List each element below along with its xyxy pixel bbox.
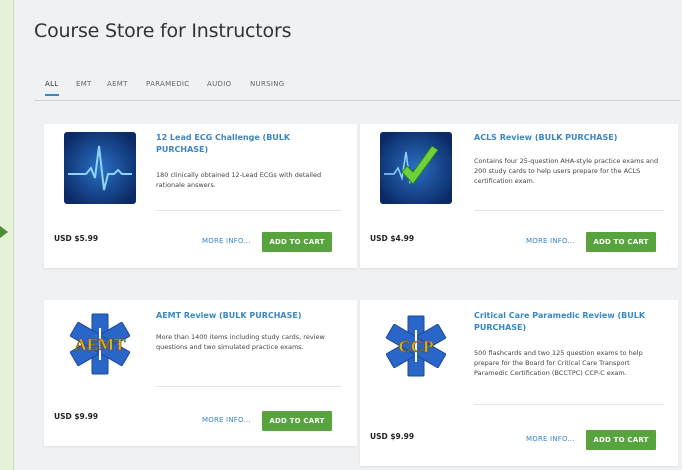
course-store-panel: Course Store for Instructors ALL EMT AEM… xyxy=(13,0,682,470)
product-description: Contains four 25-question AHA-style prac… xyxy=(474,157,659,185)
side-pointer-arrow xyxy=(0,226,8,238)
product-description: 180 clinically obtained 12-Lead ECGs wit… xyxy=(156,171,322,189)
more-info-link[interactable]: MORE INFO... xyxy=(202,237,251,245)
product-price: USD $9.99 xyxy=(54,412,99,421)
product-card-acls: ACLS Review (BULK PURCHASE) Contains fou… xyxy=(360,124,678,268)
product-card-ecg: 12 Lead ECG Challenge (BULK PURCHASE) 18… xyxy=(44,124,357,268)
product-price: USD $4.99 xyxy=(370,234,415,243)
product-title[interactable]: AEMT Review (BULK PURCHASE) xyxy=(156,310,336,322)
product-card-ccp: CCP Critical Care Paramedic Review (BULK… xyxy=(360,300,678,466)
category-tabs: ALL EMT AEMT PARAMEDIC AUDIO NURSING xyxy=(34,80,680,101)
product-title[interactable]: Critical Care Paramedic Review (BULK PUR… xyxy=(474,310,654,334)
product-title[interactable]: 12 Lead ECG Challenge (BULK PURCHASE) xyxy=(156,132,316,156)
product-description: More than 1400 items including study car… xyxy=(156,333,325,351)
tab-aemt[interactable]: AEMT xyxy=(107,80,128,94)
card-divider xyxy=(156,386,341,387)
more-info-link[interactable]: MORE INFO... xyxy=(526,435,575,443)
ccp-star-of-life-icon[interactable]: CCP xyxy=(380,310,452,382)
card-divider xyxy=(474,210,664,211)
card-divider xyxy=(474,404,664,405)
product-description: 500 flashcards and two 125 question exam… xyxy=(474,349,643,377)
more-info-link[interactable]: MORE INFO... xyxy=(526,237,575,245)
ecg-heartbeat-icon[interactable] xyxy=(64,132,136,204)
tab-nursing[interactable]: NURSING xyxy=(250,80,285,94)
product-title[interactable]: ACLS Review (BULK PURCHASE) xyxy=(474,132,654,144)
product-price: USD $5.99 xyxy=(54,234,99,243)
add-to-cart-button[interactable]: ADD TO CART xyxy=(262,232,332,252)
product-card-aemt: AEMT AEMT Review (BULK PURCHASE) More th… xyxy=(44,300,357,446)
card-divider xyxy=(156,210,341,211)
add-to-cart-button[interactable]: ADD TO CART xyxy=(586,430,656,450)
tab-audio[interactable]: AUDIO xyxy=(207,80,231,94)
add-to-cart-button[interactable]: ADD TO CART xyxy=(262,411,332,431)
add-to-cart-button[interactable]: ADD TO CART xyxy=(586,232,656,252)
tab-paramedic[interactable]: PARAMEDIC xyxy=(146,80,189,94)
more-info-link[interactable]: MORE INFO... xyxy=(202,416,251,424)
tab-all[interactable]: ALL xyxy=(45,80,59,96)
page-title: Course Store for Instructors xyxy=(34,20,292,42)
tab-emt[interactable]: EMT xyxy=(76,80,92,94)
svg-text:AEMT: AEMT xyxy=(75,335,127,354)
acls-checkmark-icon[interactable] xyxy=(380,132,452,204)
aemt-star-of-life-icon[interactable]: AEMT xyxy=(64,308,136,380)
product-price: USD $9.99 xyxy=(370,432,415,441)
svg-text:CCP: CCP xyxy=(399,337,434,356)
